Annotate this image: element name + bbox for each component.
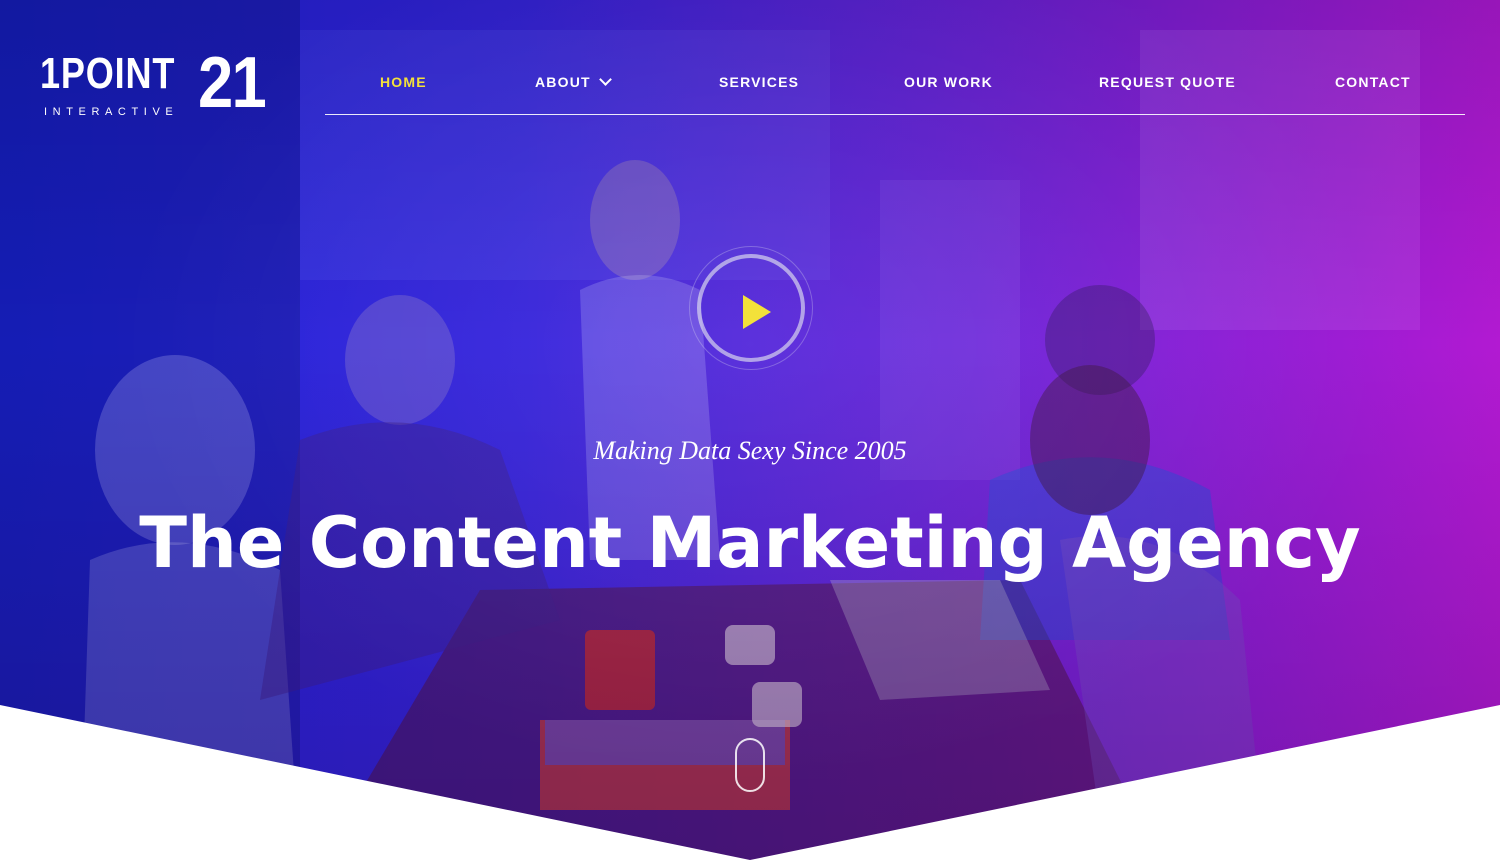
- scroll-mouse-icon[interactable]: [735, 738, 765, 792]
- nav-about[interactable]: ABOUT: [535, 73, 612, 90]
- chevron-down-icon: [598, 73, 612, 86]
- nav-services[interactable]: SERVICES: [719, 74, 799, 90]
- nav-contact[interactable]: CONTACT: [1335, 74, 1411, 90]
- logo-subtitle: INTERACTIVE: [44, 106, 179, 118]
- play-icon: [743, 295, 771, 329]
- hero-section: 1POINT 21 INTERACTIVE HOME ABOUT SERVICE…: [0, 0, 1500, 860]
- main-navigation: HOME ABOUT SERVICES OUR WORK REQUEST QUO…: [325, 66, 1465, 115]
- nav-our-work[interactable]: OUR WORK: [904, 74, 993, 90]
- logo-wordmark: 1POINT: [40, 49, 176, 98]
- logo-number: 21: [198, 43, 267, 123]
- nav-request-quote[interactable]: REQUEST QUOTE: [1099, 74, 1236, 90]
- site-logo[interactable]: 1POINT 21 INTERACTIVE: [40, 47, 267, 122]
- play-video-button[interactable]: [689, 246, 813, 370]
- hero-headline: The Content Marketing Agency: [139, 502, 1361, 584]
- hero-color-overlay: [0, 0, 1500, 860]
- nav-about-label: ABOUT: [535, 74, 591, 90]
- nav-home[interactable]: HOME: [380, 74, 427, 90]
- hero-tagline: Making Data Sexy Since 2005: [593, 436, 907, 465]
